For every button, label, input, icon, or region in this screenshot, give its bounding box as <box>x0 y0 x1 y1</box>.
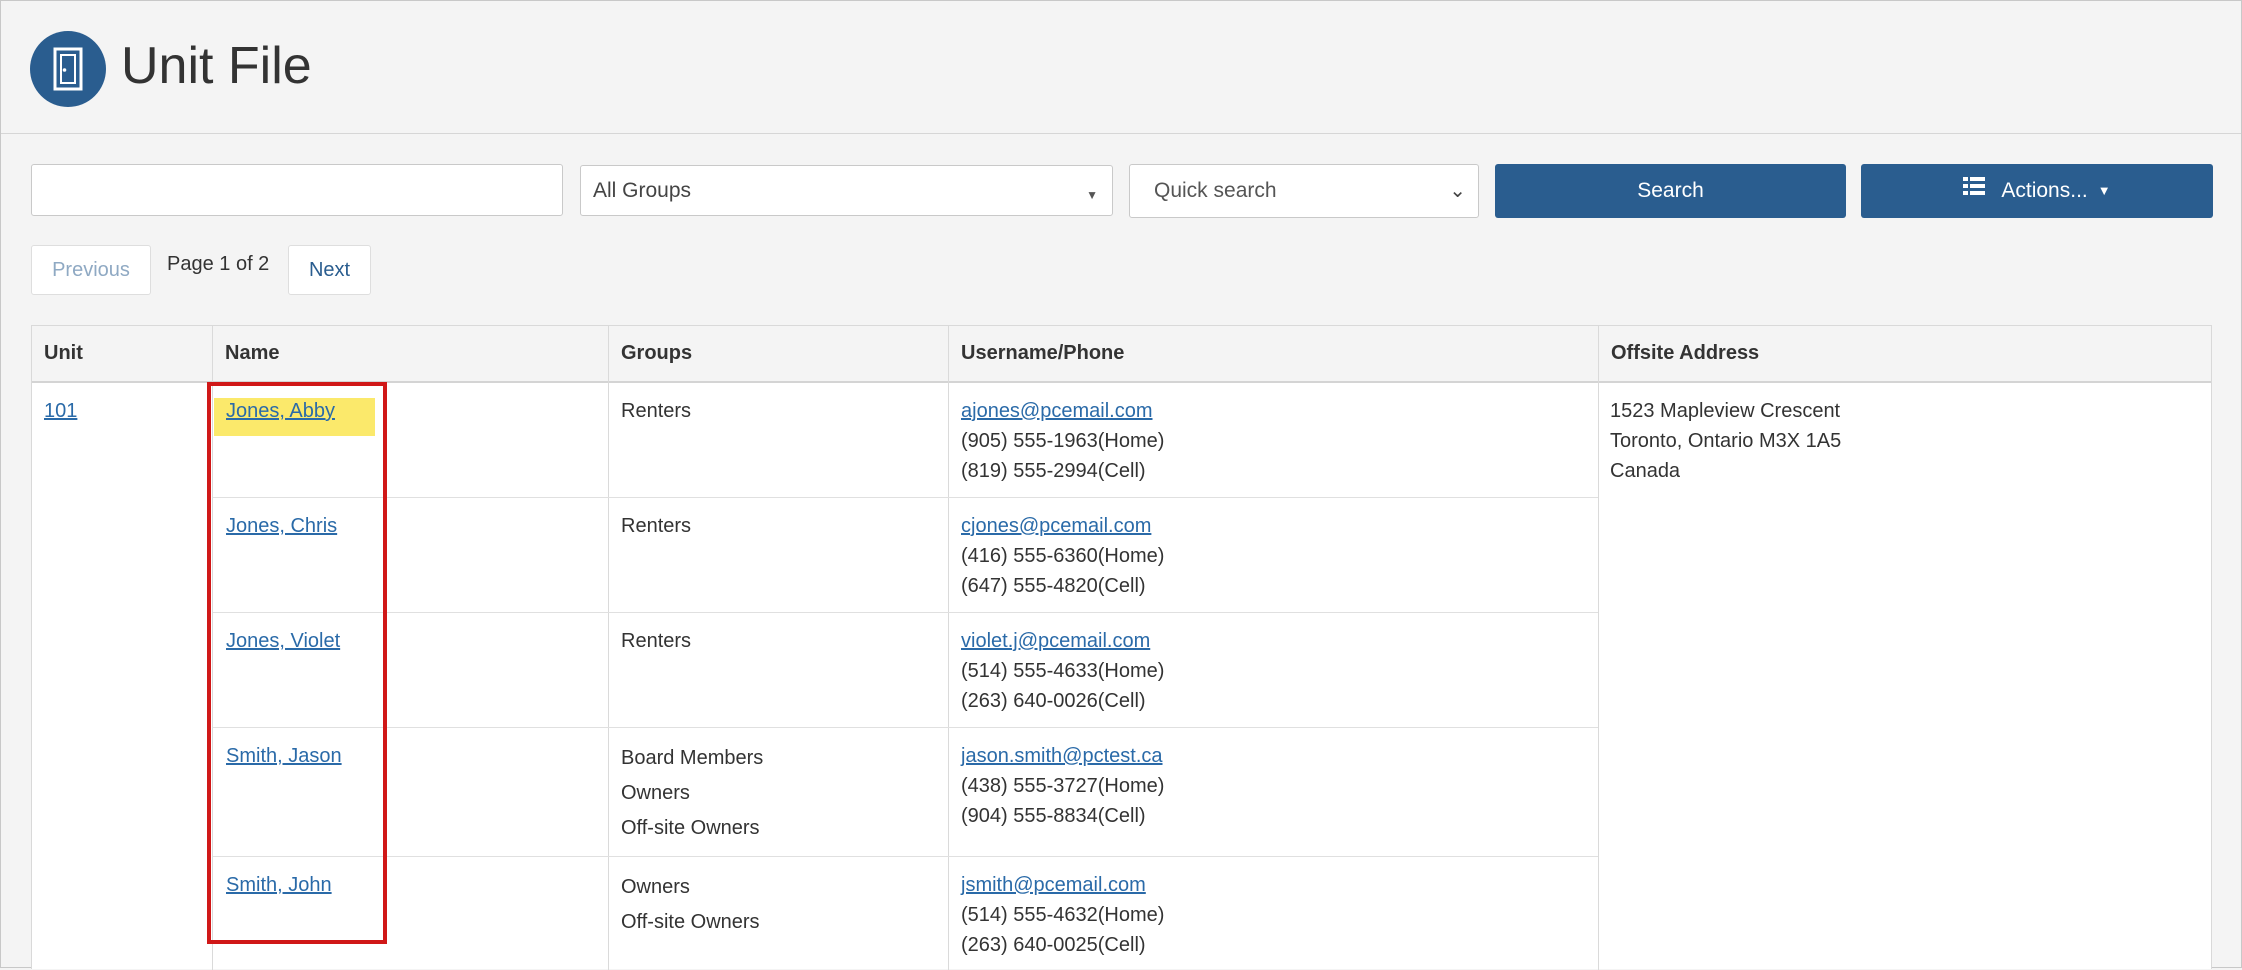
group-label: Renters <box>621 630 692 652</box>
row-divider <box>213 727 1598 728</box>
address-line: Canada <box>1610 460 1681 482</box>
table-header-row: Unit Name Groups Username/Phone Offsite … <box>32 326 2211 383</box>
phone-number: (647) 555-4820(Cell) <box>961 575 1146 597</box>
group-label: Renters <box>621 515 692 537</box>
address-line: 1523 Mapleview Crescent <box>1610 400 1841 422</box>
door-icon <box>30 31 106 107</box>
page-indicator: Page 1 of 2 <box>167 253 270 275</box>
group-label: Owners <box>621 782 690 804</box>
column-divider <box>608 326 609 970</box>
email-link[interactable]: jason.smith@pctest.ca <box>961 741 1164 771</box>
row-divider <box>213 497 1598 498</box>
group-label: Off-site Owners <box>621 817 760 839</box>
list-icon <box>1963 162 1986 216</box>
search-input[interactable] <box>31 164 563 216</box>
phone-number: (514) 555-4632(Home) <box>961 904 1165 926</box>
group-select-value: All Groups <box>593 179 692 202</box>
column-header-offsite-address[interactable]: Offsite Address <box>1599 326 2211 381</box>
groups-cell: Owners Off-site Owners <box>621 870 760 940</box>
phone-number: (904) 555-8834(Cell) <box>961 805 1146 827</box>
quick-search-select[interactable]: Quick search ⌄ <box>1129 164 1479 218</box>
group-label: Renters <box>621 400 692 422</box>
contact-cell: ajones@pcemail.com (905) 555-1963(Home) … <box>961 396 1164 486</box>
group-label: Board Members <box>621 747 764 769</box>
row-divider <box>213 612 1598 613</box>
chevron-down-icon: ⌄ <box>1449 180 1466 202</box>
phone-number: (263) 640-0026(Cell) <box>961 690 1146 712</box>
column-divider <box>1598 326 1599 970</box>
groups-cell: Renters <box>621 626 691 656</box>
contact-cell: jsmith@pcemail.com (514) 555-4632(Home) … <box>961 870 1164 960</box>
column-header-groups[interactable]: Groups <box>609 326 949 381</box>
annotation-highlight-box <box>207 382 387 944</box>
contact-cell: violet.j@pcemail.com (514) 555-4633(Home… <box>961 626 1164 716</box>
address-line: Toronto, Ontario M3X 1A5 <box>1610 430 1842 452</box>
actions-label: Actions... <box>2001 179 2088 202</box>
email-link[interactable]: ajones@pcemail.com <box>961 396 1164 426</box>
quick-search-value: Quick search <box>1154 179 1277 202</box>
column-divider <box>948 326 949 970</box>
caret-down-icon: ▼ <box>2097 183 2111 198</box>
caret-down-icon: ▼ <box>1086 188 1098 202</box>
contact-cell: jason.smith@pctest.ca (438) 555-3727(Hom… <box>961 741 1164 831</box>
phone-number: (819) 555-2994(Cell) <box>961 460 1146 482</box>
offsite-address: 1523 Mapleview Crescent Toronto, Ontario… <box>1610 396 1841 486</box>
contact-cell: cjones@pcemail.com (416) 555-6360(Home) … <box>961 511 1164 601</box>
email-link[interactable]: violet.j@pcemail.com <box>961 626 1164 656</box>
groups-cell: Renters <box>621 511 691 541</box>
groups-cell: Board Members Owners Off-site Owners <box>621 741 763 846</box>
phone-number: (905) 555-1963(Home) <box>961 430 1165 452</box>
column-header-name[interactable]: Name <box>213 326 609 381</box>
groups-cell: Renters <box>621 396 691 426</box>
page-header: Unit File <box>1 1 2241 134</box>
group-label: Off-site Owners <box>621 911 760 933</box>
group-label: Owners <box>621 876 690 898</box>
unit-link[interactable]: 101 <box>44 396 77 426</box>
row-divider <box>213 856 1598 857</box>
phone-number: (514) 555-4633(Home) <box>961 660 1165 682</box>
column-header-username-phone[interactable]: Username/Phone <box>949 326 1599 381</box>
next-button[interactable]: Next <box>288 245 371 295</box>
email-link[interactable]: jsmith@pcemail.com <box>961 870 1164 900</box>
email-link[interactable]: cjones@pcemail.com <box>961 511 1164 541</box>
search-button[interactable]: Search <box>1495 164 1846 218</box>
phone-number: (416) 555-6360(Home) <box>961 545 1165 567</box>
page-title: Unit File <box>121 37 312 95</box>
previous-button[interactable]: Previous <box>31 245 151 295</box>
column-header-unit[interactable]: Unit <box>32 326 213 381</box>
group-select[interactable]: All Groups ▼ <box>580 165 1113 216</box>
phone-number: (438) 555-3727(Home) <box>961 775 1165 797</box>
actions-button[interactable]: Actions... ▼ <box>1861 164 2213 218</box>
phone-number: (263) 640-0025(Cell) <box>961 934 1146 956</box>
